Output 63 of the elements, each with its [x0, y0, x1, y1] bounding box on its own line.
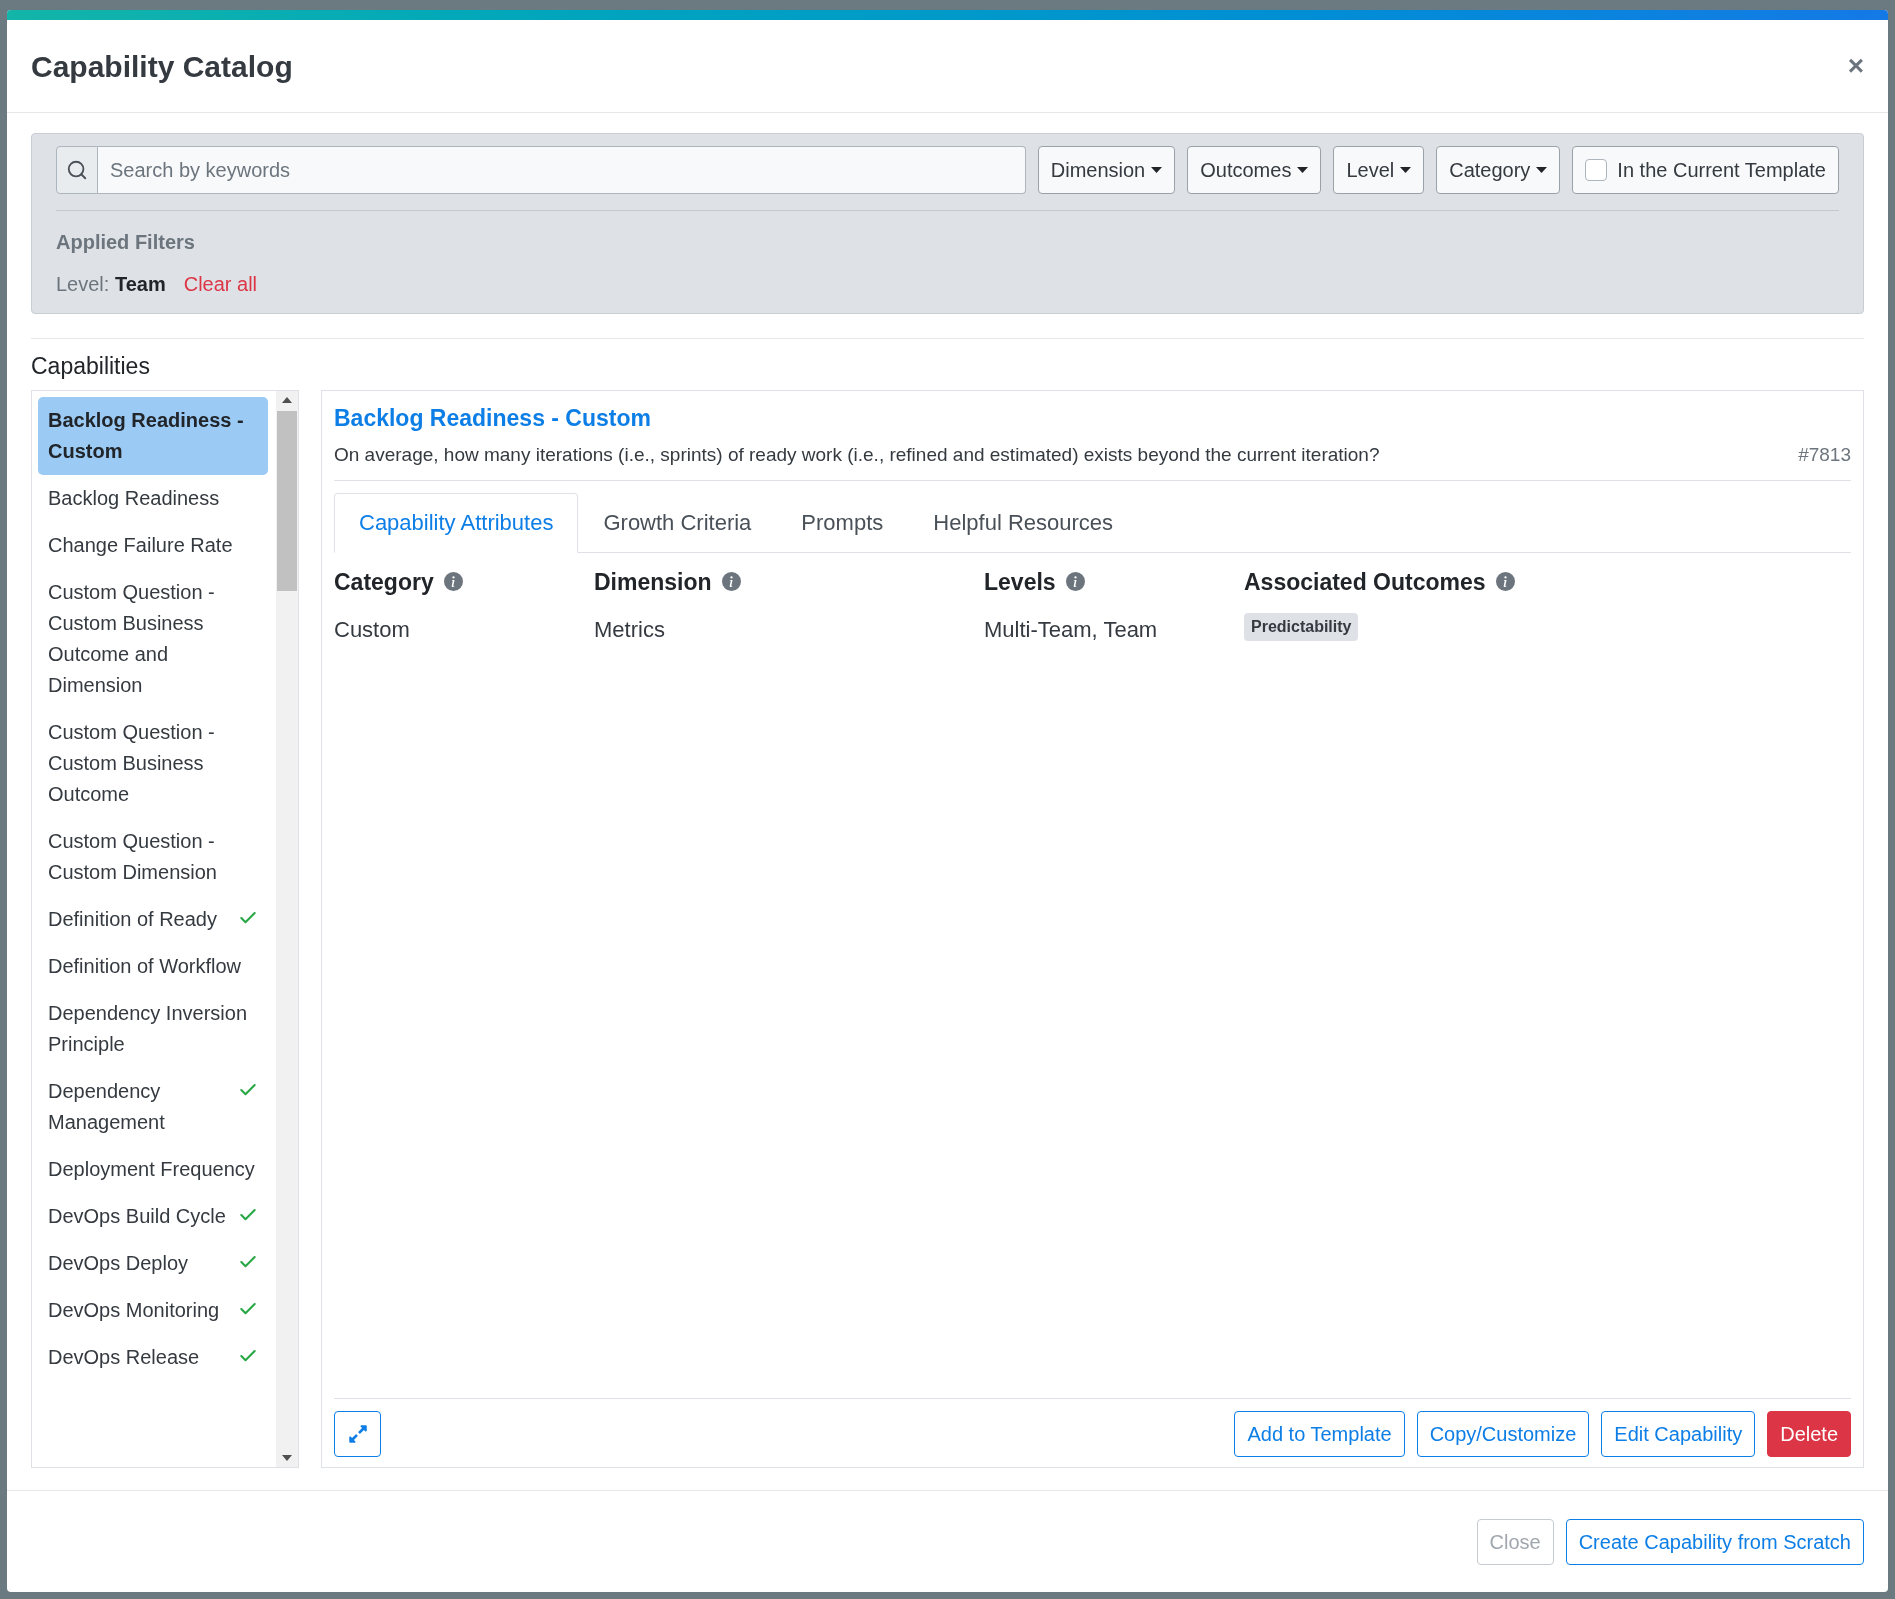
template-toggle[interactable]: In the Current Template [1572, 146, 1839, 194]
capability-item[interactable]: Dependency Inversion Principle [38, 989, 268, 1068]
info-icon[interactable] [1065, 572, 1085, 592]
capability-item[interactable]: Change Failure Rate [38, 521, 268, 569]
capability-item[interactable]: Backlog Readiness [38, 474, 268, 522]
attribute-value: Custom [334, 617, 410, 642]
scroll-up-icon[interactable] [282, 396, 292, 403]
capability-item[interactable]: Deployment Frequency [38, 1145, 268, 1193]
outcome-badge: Predictability [1244, 613, 1359, 641]
caret-icon [1297, 167, 1309, 173]
expand-button[interactable] [334, 1411, 381, 1457]
capability-item[interactable]: Backlog Readiness - Custom [38, 396, 268, 475]
filter-dropdown[interactable]: Level [1333, 146, 1425, 194]
caret-icon [1536, 167, 1548, 173]
caret-icon [1400, 167, 1412, 173]
capability-title: Backlog Readiness - Custom [334, 403, 652, 433]
capabilities-heading: Capabilities [31, 352, 151, 381]
checkbox[interactable] [1585, 159, 1608, 181]
info-icon[interactable] [721, 572, 741, 592]
capability-id: #7813 [1798, 443, 1851, 467]
tab[interactable]: Growth Criteria [578, 492, 777, 553]
applied-filters-title: Applied Filters [56, 230, 196, 255]
caret-icon [1151, 167, 1163, 173]
info-icon[interactable] [1495, 572, 1515, 592]
scrollbar-thumb[interactable] [277, 410, 297, 591]
attribute-label: Category [334, 567, 434, 597]
capability-item[interactable]: Dependency Management [38, 1067, 268, 1146]
expand-icon [347, 1424, 368, 1444]
capability-question: On average, how many iterations (i.e., sprints) of ready work (i.e., refined and estimated) exists beyond the current iteration? [334, 443, 1380, 467]
scrollbar[interactable] [276, 390, 298, 1467]
capability-item[interactable]: Custom Question - Custom Business Outcome and Dimension [38, 568, 268, 709]
checkbox-label: In the Current Template [1617, 158, 1826, 183]
capability-item[interactable]: DevOps Build Cycle [38, 1192, 268, 1240]
attribute-label: Levels [984, 567, 1056, 597]
action-button[interactable]: Delete [1767, 1411, 1851, 1457]
attribute-value: Multi-Team, Team [984, 617, 1158, 642]
capability-item[interactable]: Definition of Ready [38, 895, 268, 943]
tab[interactable]: Helpful Resources [908, 492, 1139, 553]
tab[interactable]: Capability Attributes [334, 492, 579, 553]
capability-item[interactable]: DevOps Monitoring [38, 1286, 268, 1334]
capability-item[interactable]: Custom Question - Custom Business Outcome [38, 708, 268, 818]
info-icon[interactable] [443, 572, 463, 592]
action-button[interactable]: Add to Template [1234, 1411, 1405, 1457]
scroll-down-icon[interactable] [282, 1455, 292, 1461]
close-button[interactable]: × [1847, 52, 1864, 80]
action-button[interactable]: Copy/Customize [1416, 1411, 1590, 1457]
search-icon [66, 159, 88, 181]
tab[interactable]: Prompts [776, 492, 909, 553]
capability-item[interactable]: Custom Question - Custom Dimension [38, 817, 268, 896]
attribute-value: Metrics [594, 617, 665, 642]
applied-filter: Level: Team [56, 272, 166, 297]
attribute-label: Associated Outcomes [1244, 567, 1486, 597]
filter-dropdown[interactable]: Dimension [1037, 146, 1176, 194]
modal-title: Capability Catalog [31, 48, 293, 85]
action-button[interactable]: Edit Capability [1601, 1411, 1756, 1457]
capability-item[interactable]: Definition of Workflow [38, 942, 268, 990]
footer-button[interactable]: Create Capability from Scratch [1565, 1518, 1864, 1565]
capability-item[interactable]: DevOps Deploy [38, 1239, 268, 1287]
attribute-label: Dimension [594, 567, 712, 597]
filter-dropdown[interactable]: Category [1436, 146, 1561, 194]
filter-dropdown[interactable]: Outcomes [1187, 146, 1322, 194]
search-field[interactable]: Search by keywords [98, 146, 1026, 194]
capability-item[interactable]: DevOps Release [38, 1333, 268, 1381]
